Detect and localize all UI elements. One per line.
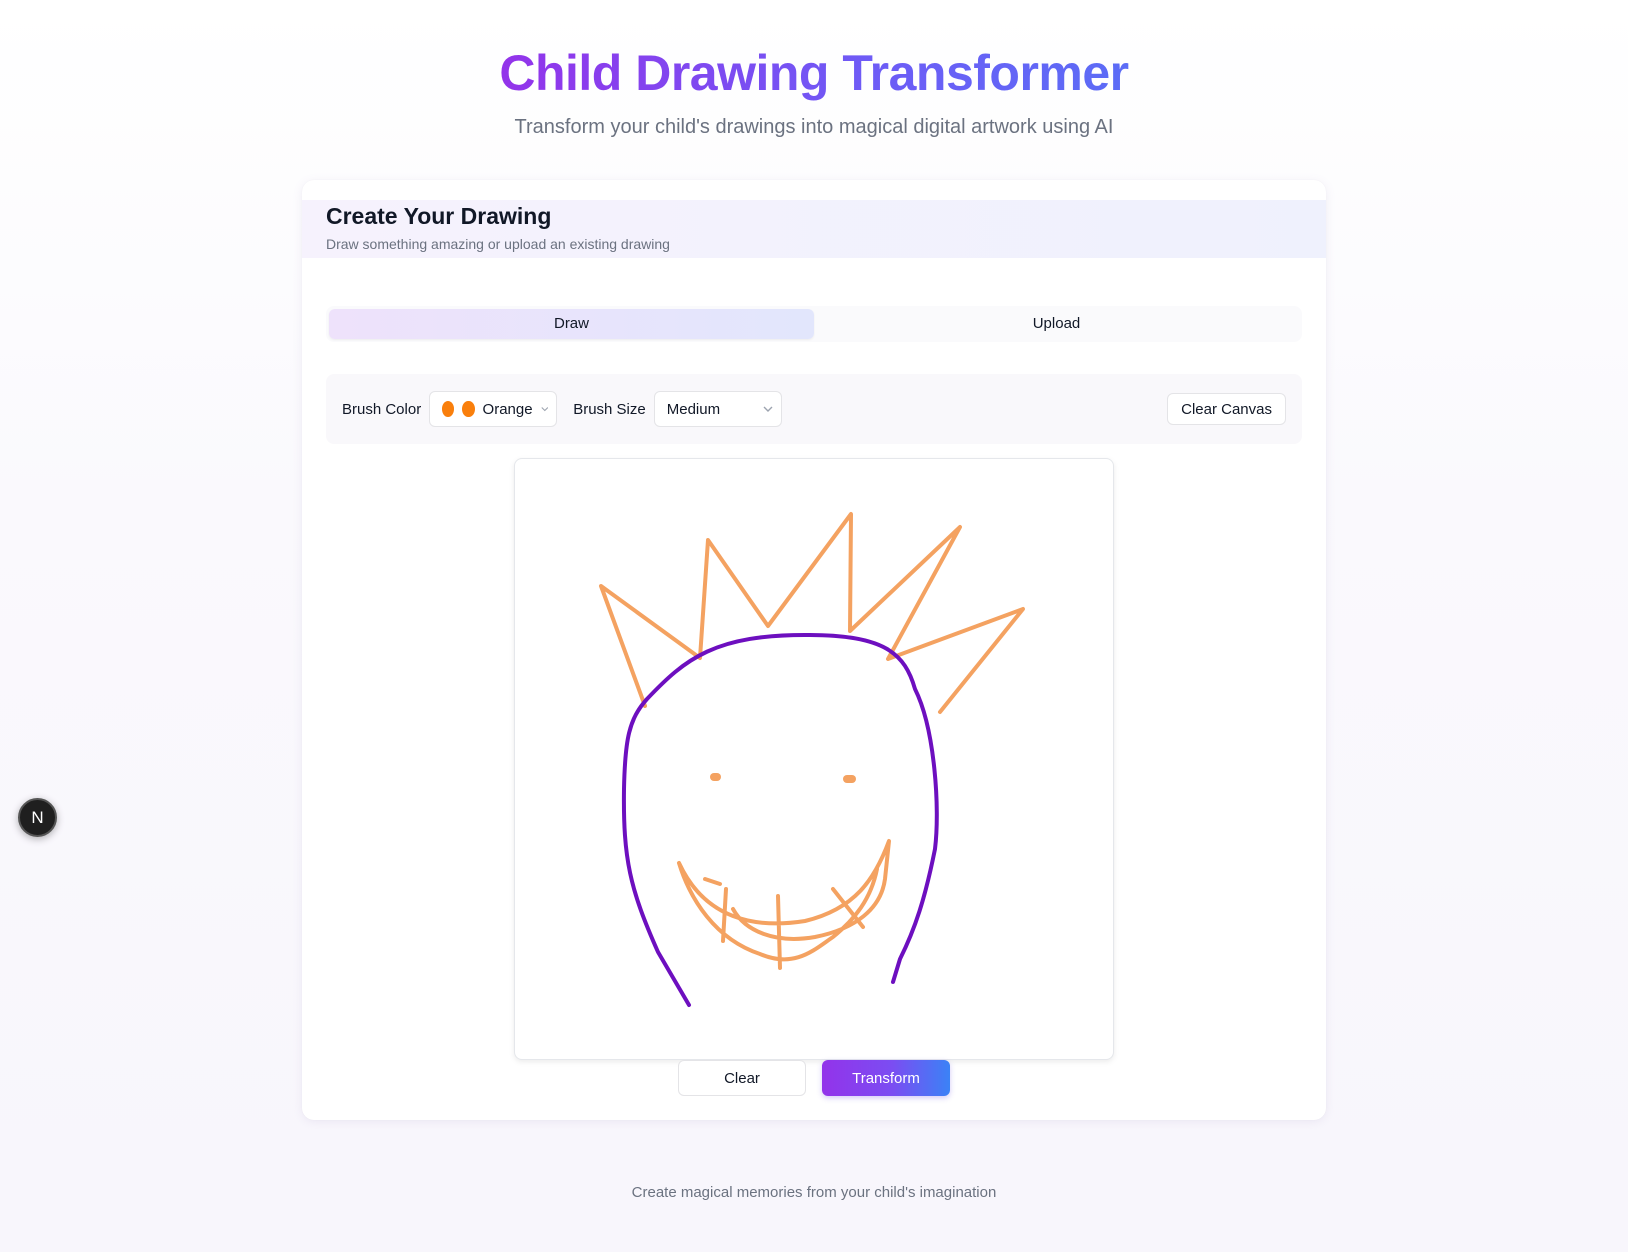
dev-tools-badge[interactable]: N bbox=[18, 798, 57, 837]
card-header: Create Your Drawing Draw something amazi… bbox=[302, 200, 1326, 258]
drawing-card: Create Your Drawing Draw something amazi… bbox=[302, 180, 1326, 1120]
brush-color-label: Brush Color bbox=[342, 400, 422, 418]
drawing-canvas[interactable] bbox=[514, 458, 1114, 1060]
footer-text: Create magical memories from your child'… bbox=[631, 1184, 997, 1201]
orange-stroke-mouth bbox=[677, 839, 891, 970]
canvas-actions: Clear Transform bbox=[302, 1060, 1326, 1096]
tab-upload[interactable]: Upload bbox=[814, 309, 1299, 339]
brush-color-value: Orange bbox=[482, 400, 533, 418]
page-header: Child Drawing Transformer Transform your… bbox=[0, 40, 1628, 139]
card-title: Create Your Drawing bbox=[326, 203, 552, 229]
chevron-down-icon bbox=[540, 407, 548, 412]
brush-size-value: Medium bbox=[666, 400, 721, 418]
brush-size-label: Brush Size bbox=[573, 400, 646, 418]
tab-draw[interactable]: Draw bbox=[329, 309, 814, 339]
page-title: Child Drawing Transformer bbox=[499, 40, 1129, 106]
transform-button[interactable]: Transform bbox=[822, 1060, 950, 1096]
drawing-svg bbox=[599, 512, 1025, 1007]
chevron-down-icon bbox=[763, 406, 773, 412]
page-subtitle: Transform your child's drawings into mag… bbox=[514, 116, 1114, 138]
brush-toolbar: Brush Color Orange Brush Size Medium Cle… bbox=[326, 374, 1302, 444]
color-swatch-icon bbox=[462, 401, 475, 417]
badge-letter: N bbox=[31, 807, 44, 827]
brush-color-select[interactable]: Orange bbox=[429, 391, 558, 427]
clear-canvas-button[interactable]: Clear Canvas bbox=[1167, 393, 1286, 425]
clear-button[interactable]: Clear bbox=[678, 1060, 806, 1096]
brush-size-select[interactable]: Medium bbox=[653, 391, 782, 427]
mode-tabs: Draw Upload bbox=[326, 306, 1302, 342]
color-swatch-icon bbox=[442, 401, 455, 417]
card-description: Draw something amazing or upload an exis… bbox=[326, 236, 670, 252]
